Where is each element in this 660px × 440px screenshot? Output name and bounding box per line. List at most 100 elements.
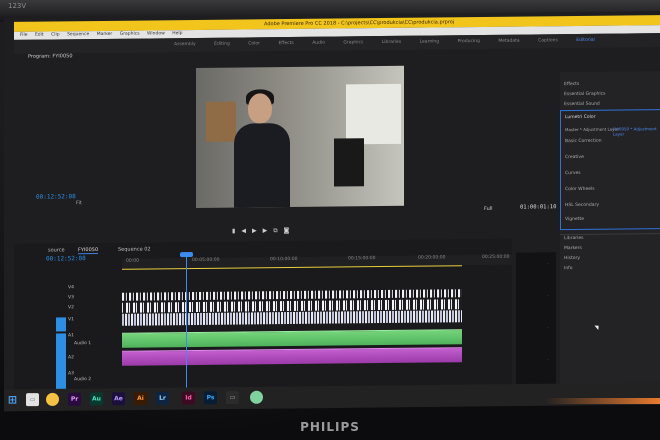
audio-clips-a2[interactable] <box>122 347 462 366</box>
menu-marker[interactable]: Marker <box>97 32 113 37</box>
program-timecode[interactable]: 00:12:52:08 <box>36 193 76 200</box>
panel-history[interactable]: History <box>564 256 580 261</box>
track-a1[interactable]: A1 <box>68 333 74 338</box>
workspace-libraries[interactable]: Libraries <box>382 40 401 45</box>
track-v2[interactable]: V2 <box>68 305 74 310</box>
menu-file[interactable]: File <box>20 33 28 38</box>
transport-controls: ▮◀▶▶⧉◙ <box>232 227 295 236</box>
workspace-assembly[interactable]: Assembly <box>174 42 196 47</box>
source-patch-audio[interactable] <box>56 333 66 394</box>
premiere-taskbar-icon[interactable]: Pr <box>68 392 81 406</box>
lumetri-title[interactable]: Lumetri Color <box>565 115 595 120</box>
workspace-producing[interactable]: Producing <box>458 39 480 44</box>
person-body <box>234 123 290 208</box>
workspace-graphics[interactable]: Graphics <box>343 40 363 45</box>
lightroom-taskbar-icon[interactable]: Lr <box>156 391 169 405</box>
bookshelf <box>206 101 236 142</box>
workspace-captions[interactable]: Captions <box>538 38 558 43</box>
lumetri-vignette[interactable]: Vignette <box>565 217 584 222</box>
photo-of-monitor: 123V Adobe Premiere Pro CC 2018 - C:\pro… <box>0 0 660 440</box>
office-chair <box>334 138 364 187</box>
ruler-tick-0: 00:00 <box>126 258 139 264</box>
timeline-panel: source FYI0050 Sequence 02 00:12:52:08 0… <box>14 238 512 398</box>
panel-essential-sound[interactable]: Essential Sound <box>564 102 600 107</box>
right-panel: Effects Essential Graphics Essential Sou… <box>560 71 660 385</box>
illustrator-taskbar-icon[interactable]: Ai <box>134 391 147 406</box>
chrome-icon[interactable] <box>46 392 59 406</box>
file-explorer-icon[interactable]: ▭ <box>26 393 39 407</box>
lumetri-basic-correction[interactable]: Basic Correction <box>565 139 602 144</box>
premiere-screen: Adobe Premiere Pro CC 2018 - C:\projects… <box>4 11 660 401</box>
audio-1-name: Audio 1 <box>74 341 92 347</box>
insert-icon[interactable]: ⧉ <box>273 227 283 234</box>
panel-effects[interactable]: Effects <box>564 82 579 87</box>
windows-start-icon[interactable]: ⊞ <box>6 393 19 406</box>
menu-help[interactable]: Help <box>172 31 182 36</box>
panel-divider <box>560 233 660 236</box>
app-circle-icon[interactable] <box>250 390 263 404</box>
workspace-metadata[interactable]: Metadata <box>498 39 519 44</box>
menu-clip[interactable]: Clip <box>51 32 60 37</box>
step-forward-icon[interactable]: ▶ <box>263 227 274 234</box>
audition-taskbar-icon[interactable]: Au <box>90 392 103 406</box>
audio-2-name: Audio 2 <box>74 377 92 383</box>
bright-window <box>346 83 401 145</box>
tab-fyi0050[interactable]: FYI0050 <box>78 247 99 255</box>
ambient-glow <box>545 398 660 404</box>
workspace-color[interactable]: Color <box>248 41 260 46</box>
play-icon[interactable]: ▶ <box>252 227 263 234</box>
panel-libraries[interactable]: Libraries <box>564 236 583 241</box>
workspace-editorial[interactable]: Editorial <box>576 38 595 43</box>
lumetri-color-panel: Lumetri Color Master * Adjustment Layer … <box>560 109 660 231</box>
track-v3[interactable]: V3 <box>68 295 74 300</box>
step-back-icon[interactable]: ◀ <box>241 227 252 234</box>
workspace-audio[interactable]: Audio <box>312 41 325 46</box>
source-patch-v1[interactable] <box>56 317 66 332</box>
export-frame-icon[interactable]: ◙ <box>283 227 295 234</box>
menu-edit[interactable]: Edit <box>35 33 44 38</box>
photoshop-taskbar-icon[interactable]: Ps <box>204 391 217 405</box>
lumetri-creative[interactable]: Creative <box>565 155 584 160</box>
monitor-brand-logo: PHILIPS <box>300 420 360 434</box>
track-a2[interactable]: A2 <box>68 355 74 360</box>
lumetri-hsl-secondary[interactable]: HSL Secondary <box>565 203 599 208</box>
tab-source[interactable]: source <box>48 247 65 253</box>
menu-window[interactable]: Window <box>147 31 165 36</box>
lumetri-curves[interactable]: Curves <box>565 171 581 176</box>
mark-in-icon[interactable]: ▮ <box>232 228 241 235</box>
meter-tick: - <box>547 324 549 330</box>
track-v4[interactable]: V4 <box>68 285 74 290</box>
person-head <box>248 93 272 124</box>
ruler-tick-5: 00:25:00:00 <box>482 254 510 260</box>
after-effects-taskbar-icon[interactable]: Ae <box>112 392 125 406</box>
audio-clips-a1[interactable] <box>122 329 462 348</box>
video-clips-v1[interactable] <box>122 310 462 326</box>
ruler-tick-1: 00:05:00:00 <box>192 257 220 264</box>
workspace-learning[interactable]: Learning <box>420 39 440 44</box>
track-a3[interactable]: A3 <box>68 371 74 376</box>
folder-icon[interactable]: ▭ <box>226 390 239 405</box>
program-monitor-label: Program: FYI0050 <box>28 53 73 60</box>
playhead-line[interactable] <box>186 256 187 395</box>
timeline-timecode[interactable]: 00:12:52:08 <box>46 255 86 262</box>
lumetri-target[interactable]: FYI0050 * Adjustment Layer <box>613 126 660 136</box>
indesign-taskbar-icon[interactable]: Id <box>182 391 195 405</box>
menu-sequence[interactable]: Sequence <box>67 32 89 37</box>
zoom-fit-select[interactable]: Fit <box>76 200 82 206</box>
lumetri-color-wheels[interactable]: Color Wheels <box>565 187 595 192</box>
workspace-effects[interactable]: Effects <box>278 41 293 46</box>
playback-resolution-select[interactable]: Full <box>484 206 493 212</box>
meter-tick: - <box>547 356 549 362</box>
panel-essential-graphics[interactable]: Essential Graphics <box>564 92 605 97</box>
tab-sequence-02[interactable]: Sequence 02 <box>118 246 151 252</box>
panel-info[interactable]: Info <box>564 266 573 271</box>
lumetri-source: Master * Adjustment Layer <box>565 126 619 133</box>
menu-graphics[interactable]: Graphics <box>120 32 140 37</box>
camera-overlay-text: 123V <box>8 2 27 10</box>
panel-markers[interactable]: Markers <box>564 246 582 251</box>
ruler-tick-2: 00:10:00:00 <box>270 256 298 263</box>
workspace-editing[interactable]: Editing <box>214 42 230 47</box>
track-v1[interactable]: V1 <box>68 317 74 322</box>
meter-tick: - <box>547 260 549 266</box>
program-duration: 01:00:01:10 <box>520 204 557 211</box>
